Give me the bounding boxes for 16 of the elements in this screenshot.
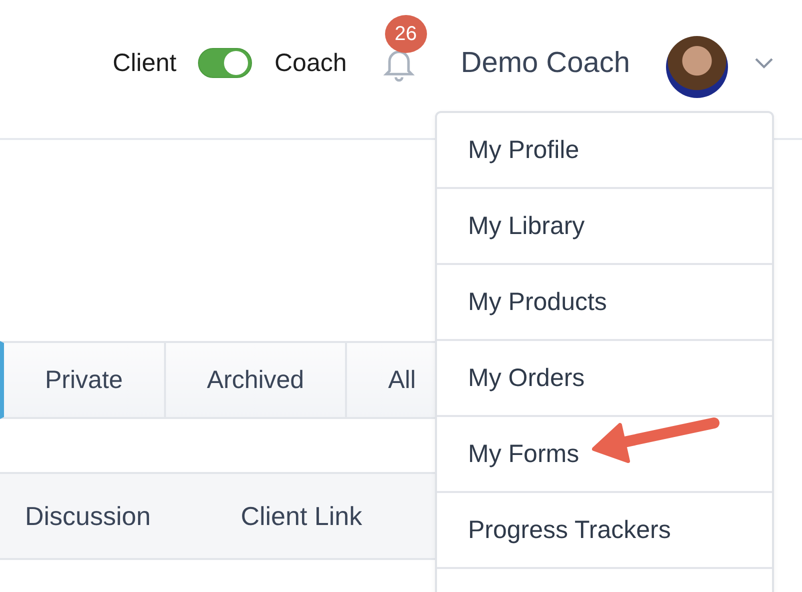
menu-item[interactable]: My Library [468, 212, 585, 240]
notification-badge: 26 [384, 15, 427, 53]
menu-item[interactable]: My Profile [468, 136, 580, 164]
column-header: Discussion [25, 500, 151, 532]
menu-item[interactable]: My Forms [468, 440, 580, 468]
menu-item[interactable]: My Products [468, 288, 607, 316]
coach-label: Coach [274, 50, 347, 76]
mode-toggle[interactable] [198, 48, 252, 78]
client-label: Client [112, 50, 176, 76]
tab[interactable]: Archived [166, 343, 348, 417]
menu-item[interactable]: My Orders [468, 364, 585, 392]
column-header: Client Link [240, 500, 362, 532]
chevron-down-icon[interactable] [754, 57, 774, 69]
menu-item[interactable]: Progress Trackers [468, 516, 671, 544]
user-name[interactable]: Demo Coach [460, 46, 630, 80]
tab[interactable]: Private [4, 343, 166, 417]
